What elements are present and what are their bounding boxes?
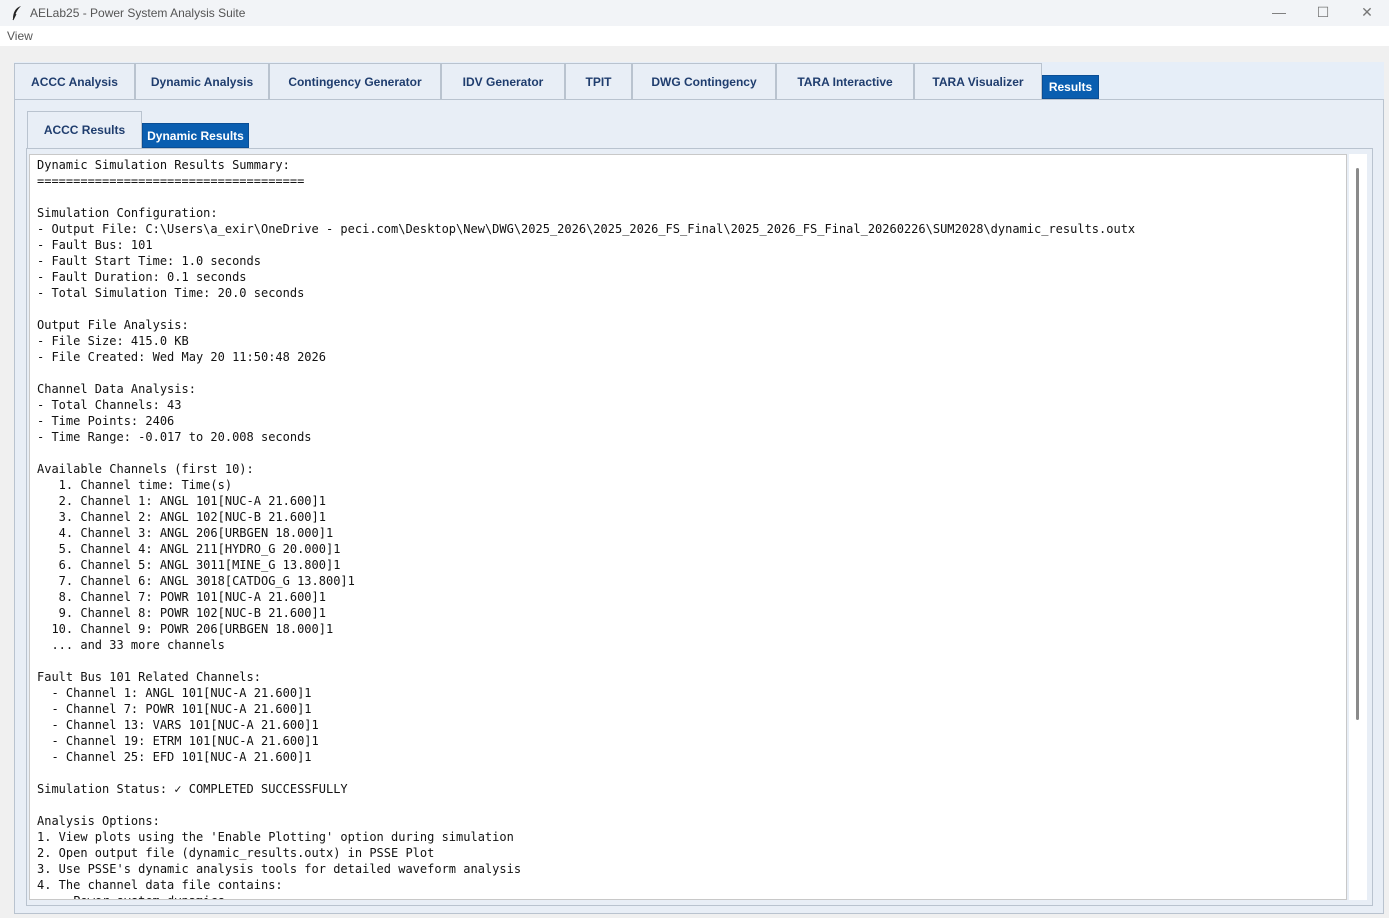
results-line: 3. Use PSSE's dynamic analysis tools for…	[37, 862, 522, 876]
results-line: - Total Simulation Time: 20.0 seconds	[37, 286, 305, 300]
results-line: 10. Channel 9: POWR 206[URBGEN 18.000]1	[37, 622, 334, 636]
results-line: Channel Data Analysis:	[37, 382, 196, 396]
results-line: Fault Bus 101 Related Channels:	[37, 670, 261, 684]
results-line: - Time Range: -0.017 to 20.008 seconds	[37, 430, 312, 444]
results-line: Analysis Options:	[37, 814, 160, 828]
results-line: 2. Channel 1: ANGL 101[NUC-A 21.600]1	[37, 494, 326, 508]
results-line: - File Created: Wed May 20 11:50:48 2026	[37, 350, 326, 364]
tab-accc-results[interactable]: ACCC Results	[27, 111, 142, 148]
results-line: - Time Points: 2406	[37, 414, 175, 428]
results-line: - Channel 1: ANGL 101[NUC-A 21.600]1	[37, 686, 312, 700]
results-text-area[interactable]: Dynamic Simulation Results Summary: ====…	[29, 154, 1347, 900]
tab-results[interactable]: Results	[1042, 75, 1099, 99]
results-line: - Channel 25: EFD 101[NUC-A 21.600]1	[37, 750, 312, 764]
results-line: Available Channels (first 10):	[37, 462, 254, 476]
results-line: 6. Channel 5: ANGL 3011[MINE_G 13.800]1	[37, 558, 341, 572]
results-line: Dynamic Simulation Results Summary:	[37, 158, 290, 172]
results-line: - Output File: C:\Users\a_exir\OneDrive …	[37, 222, 1136, 236]
tab-dynamic-results[interactable]: Dynamic Results	[142, 123, 249, 148]
results-line: Output File Analysis:	[37, 318, 189, 332]
results-line: - Power system dynamics	[37, 894, 225, 899]
results-line: Simulation Configuration:	[37, 206, 218, 220]
results-line: 1. View plots using the 'Enable Plotting…	[37, 830, 514, 844]
title-bar: AELab25 - Power System Analysis Suite — …	[0, 0, 1389, 26]
results-line: 7. Channel 6: ANGL 3018[CATDOG_G 13.800]…	[37, 574, 355, 588]
results-line: - File Size: 415.0 KB	[37, 334, 189, 348]
maximize-button[interactable]: ☐	[1301, 0, 1345, 24]
window-controls: — ☐ ✕	[1257, 0, 1389, 26]
results-line: - Total Channels: 43	[37, 398, 182, 412]
main-tab-bar: ACCC Analysis Dynamic Analysis Contingen…	[14, 62, 1099, 100]
menu-bar: View	[0, 26, 1389, 46]
results-line: 1. Channel time: Time(s)	[37, 478, 233, 492]
results-line: 3. Channel 2: ANGL 102[NUC-B 21.600]1	[37, 510, 326, 524]
results-line: - Channel 13: VARS 101[NUC-A 21.600]1	[37, 718, 319, 732]
scroll-thumb[interactable]	[1356, 168, 1359, 720]
results-line: 2. Open output file (dynamic_results.out…	[37, 846, 435, 860]
vertical-scrollbar[interactable]	[1349, 154, 1367, 900]
window-title: AELab25 - Power System Analysis Suite	[30, 6, 246, 20]
results-line: - Fault Bus: 101	[37, 238, 153, 252]
tab-dwg-contingency[interactable]: DWG Contingency	[632, 63, 776, 99]
menu-view[interactable]: View	[7, 29, 33, 43]
tab-contingency-generator[interactable]: Contingency Generator	[269, 63, 441, 99]
results-line: 8. Channel 7: POWR 101[NUC-A 21.600]1	[37, 590, 326, 604]
tab-dynamic-analysis[interactable]: Dynamic Analysis	[135, 63, 269, 99]
results-line: ... and 33 more channels	[37, 638, 225, 652]
results-line: 9. Channel 8: POWR 102[NUC-B 21.600]1	[37, 606, 326, 620]
app-window: AELab25 - Power System Analysis Suite — …	[0, 0, 1389, 918]
feather-icon	[8, 4, 26, 22]
tab-tara-interactive[interactable]: TARA Interactive	[776, 63, 914, 99]
results-line: 4. The channel data file contains:	[37, 878, 283, 892]
results-tab-bar: ACCC Results Dynamic Results	[27, 111, 249, 151]
tab-idv-generator[interactable]: IDV Generator	[441, 63, 565, 99]
main-notebook: ACCC Analysis Dynamic Analysis Contingen…	[14, 62, 1384, 914]
results-line: - Channel 19: ETRM 101[NUC-A 21.600]1	[37, 734, 319, 748]
close-button[interactable]: ✕	[1345, 0, 1389, 24]
results-line: - Channel 7: POWR 101[NUC-A 21.600]1	[37, 702, 312, 716]
results-line: =====================================	[37, 174, 305, 188]
dynamic-results-panel: Dynamic Simulation Results Summary: ====…	[26, 148, 1373, 906]
results-line: - Fault Start Time: 1.0 seconds	[37, 254, 261, 268]
tab-tara-visualizer[interactable]: TARA Visualizer	[914, 63, 1042, 99]
results-line: 4. Channel 3: ANGL 206[URBGEN 18.000]1	[37, 526, 334, 540]
tab-tpit[interactable]: TPIT	[565, 63, 632, 99]
results-line: Simulation Status: ✓ COMPLETED SUCCESSFU…	[37, 782, 348, 796]
results-text: Dynamic Simulation Results Summary: ====…	[30, 155, 1346, 899]
results-line: 5. Channel 4: ANGL 211[HYDRO_G 20.000]1	[37, 542, 341, 556]
minimize-button[interactable]: —	[1257, 0, 1301, 24]
results-line: - Fault Duration: 0.1 seconds	[37, 270, 247, 284]
tab-accc-analysis[interactable]: ACCC Analysis	[14, 63, 135, 99]
